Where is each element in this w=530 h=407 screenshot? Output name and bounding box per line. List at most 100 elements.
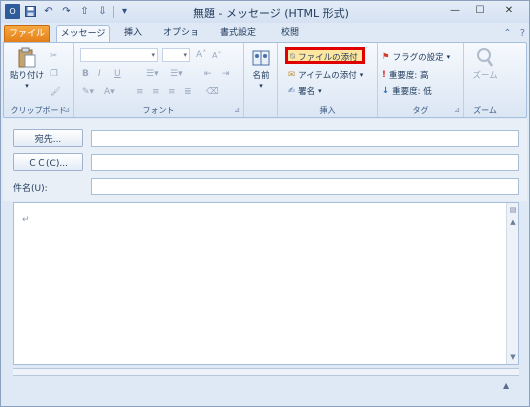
signature-dropdown-icon[interactable]: ▾: [318, 87, 322, 95]
attach-item-button[interactable]: ✉ アイテムの添付 ▾: [288, 68, 363, 82]
paste-label: 貼り付け: [10, 71, 45, 81]
tags-group-label: タグ: [412, 106, 429, 115]
highlight-icon[interactable]: ✎▾: [82, 85, 94, 99]
people-pane-toggle-icon[interactable]: ▲: [503, 381, 509, 390]
align-center-icon[interactable]: ≡: [152, 85, 160, 99]
grow-font-icon[interactable]: Aˆ: [196, 48, 207, 62]
attach-item-label: アイテムの添付: [298, 71, 357, 81]
undo-icon[interactable]: ↶: [41, 4, 56, 19]
italic-button[interactable]: I: [98, 67, 101, 81]
up-arrow-icon[interactable]: ⇧: [77, 4, 92, 19]
app-menu-icon[interactable]: O: [5, 4, 20, 19]
title-bar: O ↶ ↷ ⇧ ⇩ ▾ 無題 - メッセージ (HTML 形式) — ☐ ✕: [1, 1, 529, 23]
magnifier-icon: [474, 47, 496, 69]
address-book-label: 名前: [252, 71, 270, 81]
redo-icon[interactable]: ↷: [59, 4, 74, 19]
zoom-group: ズーム ズーム: [464, 43, 506, 117]
message-body[interactable]: ↵ ▤ ▲ ▼: [13, 202, 519, 365]
decrease-indent-icon[interactable]: ⇤: [204, 67, 212, 81]
signature-button[interactable]: ✍ 署名 ▾: [288, 84, 322, 98]
scroll-down-icon[interactable]: ▼: [508, 352, 518, 362]
font-group-label: フォント: [142, 106, 175, 115]
cut-icon[interactable]: ✂: [50, 49, 57, 63]
follow-up-dropdown-icon[interactable]: ▾: [447, 53, 451, 61]
minimize-icon[interactable]: —: [443, 2, 467, 19]
subject-field[interactable]: [91, 178, 519, 195]
justify-icon[interactable]: ≣: [184, 85, 192, 99]
bullets-icon[interactable]: ☰▾: [146, 67, 159, 81]
ribbon-right-controls: ⌃ ?: [503, 28, 525, 39]
tab-file[interactable]: ファイル: [4, 25, 50, 43]
shrink-font-label: A: [212, 50, 218, 60]
save-icon[interactable]: [23, 4, 38, 19]
paste-button[interactable]: 貼り付け ▾: [10, 47, 44, 91]
down-arrow-importance-icon: ↓: [382, 86, 390, 96]
vertical-scrollbar[interactable]: ▤ ▲ ▼: [506, 203, 518, 364]
maximize-icon[interactable]: ☐: [468, 2, 492, 19]
align-left-icon[interactable]: ≡: [136, 85, 144, 99]
ribbon: 貼り付け ▾ ✂ ❐ 🖌 クリップボード ⊿ ▾ ▾ Aˆ Aˇ B I U ☰…: [3, 42, 527, 118]
address-book-dropdown-icon[interactable]: ▾: [259, 81, 263, 91]
message-header: 宛先... ＣＣ(C)... 件名(U):: [3, 119, 527, 201]
tab-format-text[interactable]: 書式設定: [215, 25, 261, 43]
exclamation-icon: !: [382, 70, 386, 80]
attach-file-label: ファイルの添付: [298, 53, 358, 63]
window-title: 無題 - メッセージ (HTML 形式): [193, 7, 349, 20]
to-field[interactable]: [91, 130, 519, 147]
font-size-combo[interactable]: ▾: [162, 48, 190, 62]
shrink-font-icon[interactable]: Aˇ: [212, 48, 221, 62]
signature-label: 署名: [298, 87, 316, 97]
quick-access-toolbar: O ↶ ↷ ⇧ ⇩ ▾: [5, 4, 132, 19]
follow-up-label: フラグの設定: [392, 53, 444, 63]
increase-indent-icon[interactable]: ⇥: [222, 67, 230, 81]
font-launcher-icon[interactable]: ⊿: [234, 106, 240, 114]
underline-button[interactable]: U: [114, 67, 121, 81]
paragraph-mark: ↵: [22, 215, 30, 225]
to-button[interactable]: 宛先...: [13, 129, 83, 147]
close-icon[interactable]: ✕: [493, 2, 525, 19]
attach-file-button[interactable]: ⍉ ファイルの添付: [290, 50, 358, 64]
tags-launcher-icon[interactable]: ⊿: [454, 106, 460, 114]
cc-button[interactable]: ＣＣ(C)...: [13, 153, 83, 171]
tab-insert[interactable]: 挿入: [119, 25, 147, 43]
font-name-combo[interactable]: ▾: [80, 48, 158, 62]
format-painter-icon[interactable]: 🖌: [50, 85, 61, 99]
zoom-button[interactable]: ズーム: [470, 47, 500, 81]
signature-icon: ✍: [288, 86, 296, 96]
follow-up-button[interactable]: ⚑ フラグの設定 ▾: [382, 50, 450, 64]
zoom-group-label: ズーム: [473, 106, 497, 115]
bold-button[interactable]: B: [82, 67, 89, 81]
cc-field[interactable]: [91, 154, 519, 171]
flag-icon: ⚑: [382, 52, 390, 62]
paste-icon: [16, 47, 38, 69]
customize-toolbar-icon[interactable]: ▾: [117, 4, 132, 19]
copy-icon[interactable]: ❐: [50, 67, 58, 81]
high-importance-button[interactable]: ! 重要度: 高: [382, 68, 428, 82]
subject-label: 件名(U):: [13, 184, 48, 194]
paste-dropdown-icon[interactable]: ▾: [25, 81, 29, 91]
align-right-icon[interactable]: ≡: [168, 85, 176, 99]
ruler-toggle-icon[interactable]: ▤: [508, 205, 518, 215]
numbering-icon[interactable]: ☰▾: [170, 67, 183, 81]
attach-item-icon: ✉: [288, 70, 296, 80]
minimize-ribbon-icon[interactable]: ⌃: [503, 28, 511, 39]
low-importance-label: 重要度: 低: [392, 87, 432, 97]
names-group: 名前 ▾: [244, 43, 278, 117]
toolbar-separator: [113, 5, 114, 18]
address-book-icon: [250, 47, 272, 69]
clipboard-group-label: クリップボード: [10, 106, 67, 115]
scroll-up-icon[interactable]: ▲: [508, 217, 518, 227]
font-color-icon[interactable]: A▾: [104, 85, 115, 99]
attach-item-dropdown-icon[interactable]: ▾: [360, 71, 364, 79]
tab-review[interactable]: 校閲: [275, 25, 305, 43]
clear-formatting-icon[interactable]: ⌫: [206, 85, 219, 99]
paperclip-icon: ⍉: [290, 52, 296, 62]
clipboard-launcher-icon[interactable]: ⊿: [64, 106, 70, 114]
address-book-button[interactable]: 名前 ▾: [248, 47, 274, 91]
outlook-message-window: O ↶ ↷ ⇧ ⇩ ▾ 無題 - メッセージ (HTML 形式) — ☐ ✕ フ…: [0, 0, 530, 407]
down-arrow-icon[interactable]: ⇩: [95, 4, 110, 19]
tab-options[interactable]: オプション: [159, 25, 203, 55]
help-icon[interactable]: ?: [520, 28, 525, 39]
low-importance-button[interactable]: ↓ 重要度: 低: [382, 84, 432, 98]
zoom-label: ズーム: [472, 71, 498, 81]
